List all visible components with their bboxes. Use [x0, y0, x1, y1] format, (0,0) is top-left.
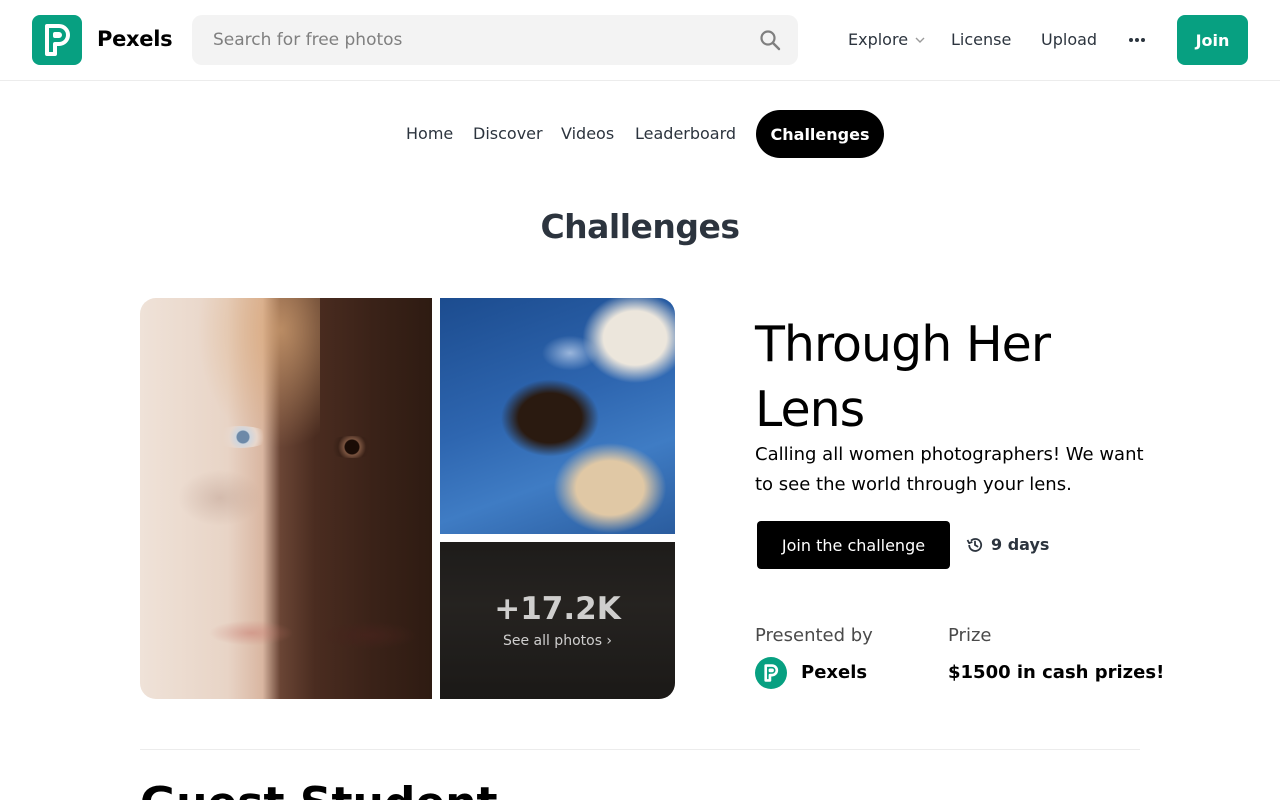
challenge-photo-sky[interactable]: [440, 298, 675, 534]
site-header: Pexels Explore License Upload Join: [0, 0, 1280, 81]
photo-count: +17.2K: [494, 591, 621, 627]
brand-name[interactable]: Pexels: [97, 27, 173, 51]
join-button[interactable]: Join: [1177, 15, 1248, 65]
prize-value: $1500 in cash prizes!: [948, 662, 1165, 683]
subnav-home[interactable]: Home: [406, 124, 453, 143]
search-input[interactable]: [192, 15, 798, 65]
challenge-photo-portraits[interactable]: [140, 298, 432, 699]
nav-upload[interactable]: Upload: [1041, 30, 1097, 49]
subnav-leaderboard[interactable]: Leaderboard: [635, 124, 736, 143]
history-clock-icon: [966, 537, 983, 552]
search-icon[interactable]: [758, 28, 782, 52]
next-section-title: Guest Student: [140, 778, 498, 800]
chevron-down-icon: [915, 37, 925, 43]
section-divider: [140, 749, 1140, 750]
pexels-logo-icon[interactable]: [32, 15, 82, 65]
challenge-gallery: +17.2K See all photos ›: [140, 298, 675, 699]
challenge-description: Calling all women photographers! We want…: [755, 444, 1144, 495]
join-challenge-button[interactable]: Join the challenge: [757, 521, 950, 569]
challenge-title: Through Her Lens: [755, 316, 1051, 438]
see-all-photos-tile[interactable]: +17.2K See all photos ›: [440, 542, 675, 699]
see-all-photos-link[interactable]: See all photos ›: [440, 633, 675, 649]
search-bar: [192, 15, 798, 65]
prize-label: Prize: [948, 625, 992, 646]
time-remaining-label: 9 days: [991, 535, 1050, 554]
presenter-avatar[interactable]: [755, 657, 787, 689]
subnav-discover[interactable]: Discover: [473, 124, 543, 143]
presenter-name[interactable]: Pexels: [801, 662, 867, 683]
subnav-challenges[interactable]: Challenges: [756, 110, 884, 158]
nav-license[interactable]: License: [951, 30, 1011, 49]
presented-by-label: Presented by: [755, 625, 873, 646]
nav-explore[interactable]: Explore: [848, 30, 908, 49]
more-horizontal-icon[interactable]: [1125, 28, 1149, 52]
time-remaining: 9 days: [966, 535, 1049, 554]
page-title: Challenges: [540, 207, 740, 246]
subnav-videos[interactable]: Videos: [561, 124, 614, 143]
